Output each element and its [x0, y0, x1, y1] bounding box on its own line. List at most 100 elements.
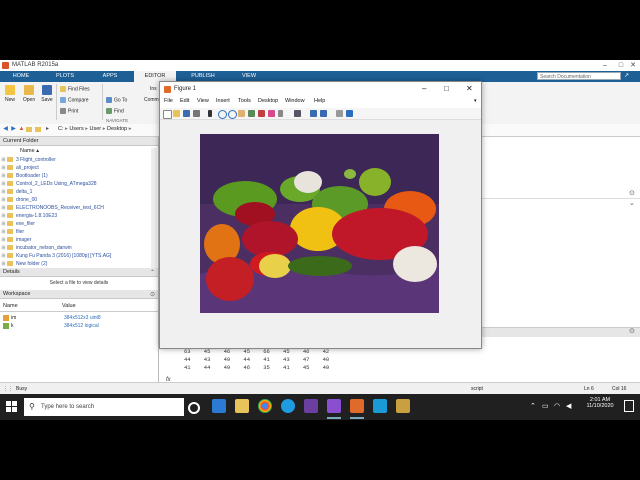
figure-window[interactable]: Figure 1 – □ ✕ File Edit View Insert Too… — [159, 81, 482, 349]
list-item[interactable]: ⊞ incubator_nelson_darwin — [0, 244, 71, 252]
menu-help[interactable]: Help — [314, 98, 325, 104]
up-folder-icon[interactable]: ▲ — [18, 126, 25, 133]
figure-minimize-button[interactable]: – — [422, 84, 426, 93]
chevron-up-icon[interactable]: ⌃ — [530, 402, 536, 410]
path-segment[interactable]: Users — [69, 126, 83, 132]
list-item[interactable]: ⊞ energia-1.8.10E23 — [0, 212, 57, 220]
hide-plot-tools-icon[interactable] — [336, 110, 343, 117]
print-figure-icon[interactable] — [193, 110, 200, 117]
comment-button[interactable]: Comm — [144, 97, 159, 103]
workspace-table-header: Name Value — [0, 302, 158, 312]
tab-apps[interactable]: APPS — [90, 71, 130, 82]
brush-dropdown-icon[interactable] — [278, 110, 283, 117]
figure-maximize-button[interactable]: □ — [444, 84, 449, 93]
tab-home[interactable]: HOME — [2, 71, 40, 82]
list-item[interactable]: ⊞ ELECTRONOOBS_Receiver_test_6CH — [0, 204, 103, 212]
figure-close-button[interactable]: ✕ — [466, 84, 473, 93]
folder-scrollbar[interactable] — [151, 148, 157, 268]
folder-icon — [7, 221, 13, 227]
insert-button[interactable]: Ins — [150, 86, 157, 92]
open-file-icon[interactable] — [173, 110, 180, 117]
network-icon[interactable]: ▭ — [542, 402, 549, 410]
browse-folder-icon[interactable] — [35, 127, 41, 132]
details-header[interactable]: Details — [0, 268, 158, 277]
menu-edit[interactable]: Edit — [180, 98, 189, 104]
task-view-icon[interactable] — [188, 402, 200, 414]
list-item[interactable]: ⊞ 3 Flight_controller — [0, 156, 55, 164]
expand-ribbon-icon[interactable]: ↗ — [624, 72, 634, 80]
goto-button[interactable]: Go To — [106, 97, 127, 103]
list-item[interactable]: ⊞ ali_project — [0, 164, 38, 172]
edge-browser-icon[interactable] — [281, 399, 295, 413]
address-dropdown-icon[interactable]: ▸ — [44, 126, 51, 133]
open-button[interactable]: Open — [22, 85, 36, 103]
list-item[interactable]: ⊞ Control_2_LEDs Using_ATmega328 — [0, 180, 96, 188]
rotate-3d-icon[interactable] — [248, 110, 255, 117]
list-item[interactable]: ⊞ imager — [0, 236, 31, 244]
menu-tools[interactable]: Tools — [238, 98, 251, 104]
chevron-up-icon[interactable]: ⌃ — [150, 269, 155, 276]
list-item[interactable]: ⊞ Bootloader (1) — [0, 172, 47, 180]
notifications-icon[interactable] — [624, 400, 634, 412]
save-figure-icon[interactable] — [183, 110, 190, 117]
file-explorer-icon[interactable] — [235, 399, 249, 413]
new-figure-icon[interactable] — [163, 110, 172, 119]
taskbar-search-input[interactable]: ⚲ Type here to search — [24, 398, 184, 416]
list-item[interactable]: ⊞ Kung Fu Panda 3 (2016) [1080p] [YTS.AG] — [0, 252, 111, 260]
close-button[interactable]: ✕ — [626, 60, 640, 71]
data-cursor-icon[interactable] — [258, 110, 265, 117]
workspace-name-header[interactable]: Name — [3, 303, 18, 309]
brush-icon[interactable] — [268, 110, 275, 117]
app-icon[interactable] — [396, 399, 410, 413]
link-plot-icon[interactable] — [294, 110, 301, 117]
menu-desktop[interactable]: Desktop — [258, 98, 278, 104]
documentation-search-input[interactable]: Search Documentation — [537, 72, 621, 80]
taskbar-clock[interactable]: 2:01 AM 11/10/2020 — [582, 397, 618, 409]
print-button[interactable]: Print — [60, 108, 78, 114]
list-item[interactable]: ⊞ drone_00 — [0, 196, 37, 204]
visual-studio-alt-icon[interactable] — [327, 399, 341, 413]
menu-view[interactable]: View — [197, 98, 209, 104]
editor-menu-icon[interactable]: ⊙ — [629, 189, 635, 197]
command-window-menu-icon[interactable]: ⊙ — [629, 327, 635, 335]
legend-icon[interactable] — [320, 110, 327, 117]
list-item[interactable]: ⊞ New folder (2) — [0, 260, 47, 268]
figure-logo-icon — [164, 86, 171, 93]
pan-hand-icon[interactable] — [238, 110, 245, 117]
compare-button[interactable]: Compare — [60, 97, 89, 103]
pointer-icon[interactable] — [208, 110, 212, 117]
matlab-taskbar-icon[interactable] — [350, 399, 364, 413]
list-item[interactable]: ⊞ exe_filer — [0, 220, 35, 228]
visual-studio-icon[interactable] — [304, 399, 318, 413]
find-files-button[interactable]: Find Files — [60, 86, 90, 92]
show-plot-tools-icon[interactable] — [346, 110, 353, 117]
mail-app-icon[interactable] — [212, 399, 226, 413]
vscode-icon[interactable] — [373, 399, 387, 413]
menu-insert[interactable]: Insert — [216, 98, 230, 104]
list-item[interactable]: ⊞ filer — [0, 228, 24, 236]
chrome-browser-icon[interactable] — [258, 399, 272, 413]
zoom-in-icon[interactable] — [218, 110, 227, 119]
menu-file[interactable]: File — [164, 98, 173, 104]
volume-icon[interactable]: ◀ — [566, 402, 571, 410]
path-segment[interactable]: C: — [58, 126, 64, 132]
wifi-icon[interactable]: ◠ — [554, 402, 560, 410]
tab-plots[interactable]: PLOTS — [46, 71, 84, 82]
save-button[interactable]: Save — [40, 85, 54, 103]
find-button[interactable]: Find — [106, 108, 124, 114]
name-column-header[interactable]: Name ▴ — [20, 148, 39, 154]
zoom-out-icon[interactable] — [228, 110, 237, 119]
toolbar-overflow-icon[interactable]: ▾ — [474, 98, 477, 104]
chevron-down-icon[interactable]: ⌄ — [629, 199, 635, 207]
path-segment[interactable]: Desktop — [107, 126, 127, 132]
forward-arrow-icon[interactable]: ▶ — [10, 126, 17, 133]
colorbar-icon[interactable] — [310, 110, 317, 117]
new-button[interactable]: New — [3, 85, 17, 103]
list-item[interactable]: ⊞ delta_1 — [0, 188, 32, 196]
menu-window[interactable]: Window — [285, 98, 305, 104]
path-segment[interactable]: User — [90, 126, 102, 132]
panel-menu-icon[interactable]: ⊙ — [150, 291, 155, 298]
windows-start-icon[interactable] — [6, 401, 18, 413]
workspace-value-header[interactable]: Value — [62, 303, 76, 309]
back-arrow-icon[interactable]: ◀ — [2, 126, 9, 133]
